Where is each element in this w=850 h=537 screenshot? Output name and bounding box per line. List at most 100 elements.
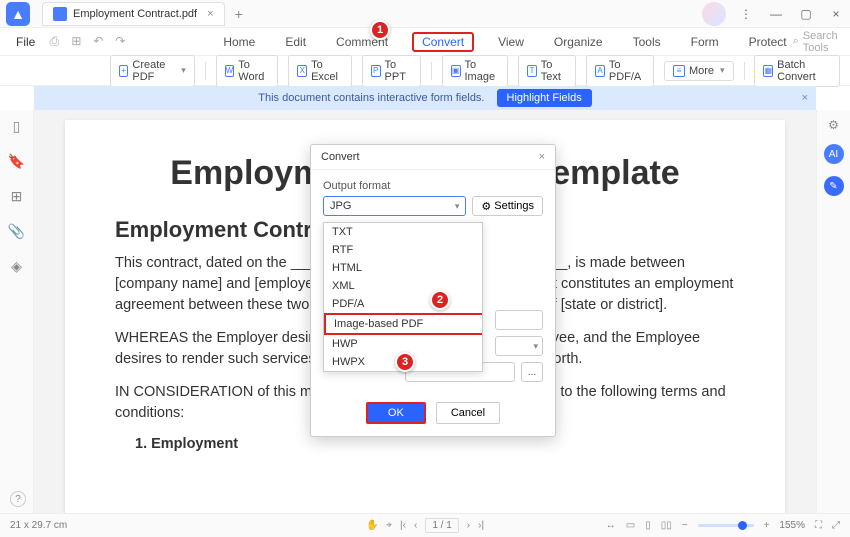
hand-tool-icon[interactable]: ✋ bbox=[366, 520, 378, 531]
tab-view[interactable]: View bbox=[492, 32, 530, 52]
search-placeholder: Search Tools bbox=[803, 30, 842, 54]
prev-page-icon[interactable]: ‹ bbox=[414, 520, 417, 531]
more-icon: ≡ bbox=[673, 65, 685, 77]
to-image-label: To Image bbox=[465, 59, 500, 83]
two-page-icon[interactable]: ▯▯ bbox=[661, 520, 672, 531]
more-button[interactable]: ≡More▾ bbox=[664, 61, 734, 81]
fit-page-icon[interactable]: ▭ bbox=[626, 520, 635, 531]
settings-icon[interactable]: ⚙ bbox=[828, 118, 839, 132]
read-mode-icon[interactable]: ⛶ bbox=[815, 520, 822, 531]
zoom-level[interactable]: 155% bbox=[779, 520, 805, 531]
select-tool-icon[interactable]: ⌖ bbox=[386, 520, 392, 531]
redo-icon[interactable]: ↷ bbox=[113, 34, 127, 49]
close-tab-icon[interactable]: × bbox=[207, 8, 213, 20]
menu-row: File ⎙ ⊞ ↶ ↷ HomeEditCommentConvertViewO… bbox=[0, 28, 850, 56]
single-page-icon[interactable]: ▯ bbox=[645, 520, 651, 531]
comments-icon[interactable]: ⊞ bbox=[11, 188, 23, 205]
close-notice-icon[interactable]: × bbox=[802, 92, 808, 104]
dialog-buttons: OK Cancel bbox=[311, 392, 555, 436]
format-option-xml[interactable]: XML bbox=[324, 277, 482, 295]
batch-convert-button[interactable]: ▦ Batch Convert bbox=[754, 55, 840, 87]
callout-badge-2: 2 bbox=[430, 290, 450, 310]
close-dialog-icon[interactable]: × bbox=[539, 151, 545, 163]
ok-button[interactable]: OK bbox=[366, 402, 426, 424]
zoom-thumb[interactable] bbox=[738, 521, 747, 530]
highlight-fields-button[interactable]: Highlight Fields bbox=[497, 89, 592, 107]
thumbnails-icon[interactable]: ▯ bbox=[13, 118, 21, 135]
search-tools[interactable]: ⌕ Search Tools bbox=[793, 30, 842, 54]
share-icon[interactable]: ✎ bbox=[824, 176, 844, 196]
create-pdf-button[interactable]: +Create PDF▾ bbox=[110, 55, 195, 87]
status-bar: 21 x 29.7 cm ✋ ⌖ |‹ ‹ 1 / 1 › ›| ↔ ▭ ▯ ▯… bbox=[0, 513, 850, 537]
settings-button[interactable]: ⚙ Settings bbox=[472, 196, 543, 216]
format-option-pdf-a[interactable]: PDF/A bbox=[324, 295, 482, 313]
next-page-icon[interactable]: › bbox=[467, 520, 470, 531]
to-pdfa-button[interactable]: ATo PDF/A bbox=[586, 55, 654, 87]
to-excel-button[interactable]: XTo Excel bbox=[288, 55, 351, 87]
format-option-txt[interactable]: TXT bbox=[324, 223, 482, 241]
tab-form[interactable]: Form bbox=[685, 32, 725, 52]
tab-organize[interactable]: Organize bbox=[548, 32, 609, 52]
title-bar: ▲ Employment Contract.pdf × + ⋮ — ▢ × bbox=[0, 0, 850, 28]
to-ppt-button[interactable]: P To PPT bbox=[362, 55, 421, 87]
convert-toolbar: +Create PDF▾ WTo Word XTo Excel PTo PPT … bbox=[0, 56, 850, 86]
tab-home[interactable]: Home bbox=[217, 32, 261, 52]
attachments-icon[interactable]: 📎 bbox=[8, 223, 25, 240]
to-excel-label: To Excel bbox=[311, 59, 343, 83]
image-icon: ▣ bbox=[451, 65, 461, 77]
format-option-html[interactable]: HTML bbox=[324, 259, 482, 277]
to-ppt-label: To PPT bbox=[385, 59, 413, 83]
close-window-icon[interactable]: × bbox=[822, 4, 850, 24]
document-tab[interactable]: Employment Contract.pdf × bbox=[42, 2, 225, 26]
bookmarks-icon[interactable]: 🔖 bbox=[8, 153, 25, 170]
maximize-icon[interactable]: ▢ bbox=[792, 4, 820, 24]
layers-icon[interactable]: ◈ bbox=[11, 258, 22, 275]
to-pdfa-label: To PDF/A bbox=[609, 59, 645, 83]
tab-edit[interactable]: Edit bbox=[279, 32, 312, 52]
separator bbox=[431, 62, 432, 80]
batch-label: Batch Convert bbox=[777, 59, 831, 83]
last-page-icon[interactable]: ›| bbox=[478, 520, 484, 531]
fullscreen-icon[interactable]: ⤢ bbox=[832, 520, 840, 531]
to-image-button[interactable]: ▣ To Image bbox=[442, 55, 508, 87]
more-label: More bbox=[689, 65, 714, 77]
tab-protect[interactable]: Protect bbox=[743, 32, 793, 52]
undo-icon[interactable]: ↶ bbox=[91, 34, 105, 49]
tab-tools[interactable]: Tools bbox=[627, 32, 667, 52]
overflow-menu-icon[interactable]: ⋮ bbox=[732, 4, 760, 24]
save-icon[interactable]: ⎙ bbox=[47, 34, 61, 49]
add-tab-icon[interactable]: + bbox=[235, 6, 243, 22]
separator bbox=[205, 62, 206, 80]
zoom-slider[interactable] bbox=[698, 524, 754, 527]
output-format-select[interactable]: JPG ▾ bbox=[323, 196, 466, 216]
left-sidebar: ▯ 🔖 ⊞ 📎 ◈ bbox=[0, 110, 34, 526]
first-page-icon[interactable]: |‹ bbox=[400, 520, 406, 531]
quick-access: ⎙ ⊞ ↶ ↷ bbox=[47, 34, 127, 49]
text-icon: T bbox=[527, 65, 537, 77]
batch-icon: ▦ bbox=[763, 65, 773, 77]
page-range-input[interactable] bbox=[495, 310, 543, 330]
ppt-icon: P bbox=[371, 65, 381, 77]
ai-assistant-icon[interactable]: AI bbox=[824, 144, 844, 164]
page-indicator[interactable]: 1 / 1 bbox=[425, 518, 458, 533]
tab-convert[interactable]: Convert bbox=[412, 32, 474, 52]
format-option-hwp[interactable]: HWP bbox=[324, 335, 482, 353]
dialog-titlebar: Convert × bbox=[311, 145, 555, 170]
fit-width-icon[interactable]: ↔ bbox=[606, 520, 616, 531]
dialog-body: Output format JPG ▾ ⚙ Settings TXTRTFHTM… bbox=[311, 170, 555, 392]
right-sidebar: ⚙ AI ✎ bbox=[816, 110, 850, 526]
help-icon[interactable]: ? bbox=[10, 491, 26, 507]
cancel-button[interactable]: Cancel bbox=[436, 402, 500, 424]
browse-button[interactable]: ... bbox=[521, 362, 543, 382]
format-option-image-based-pdf[interactable]: Image-based PDF bbox=[324, 313, 482, 335]
page-select[interactable]: ▾ bbox=[495, 336, 543, 356]
minimize-icon[interactable]: — bbox=[762, 4, 790, 24]
to-text-button[interactable]: TTo Text bbox=[518, 55, 576, 87]
file-menu[interactable]: File bbox=[8, 32, 43, 52]
to-word-button[interactable]: WTo Word bbox=[216, 55, 279, 87]
format-option-rtf[interactable]: RTF bbox=[324, 241, 482, 259]
zoom-out-icon[interactable]: − bbox=[682, 520, 688, 531]
zoom-in-icon[interactable]: + bbox=[764, 520, 770, 531]
print-icon[interactable]: ⊞ bbox=[69, 34, 83, 49]
theme-dot-icon[interactable] bbox=[702, 2, 726, 26]
